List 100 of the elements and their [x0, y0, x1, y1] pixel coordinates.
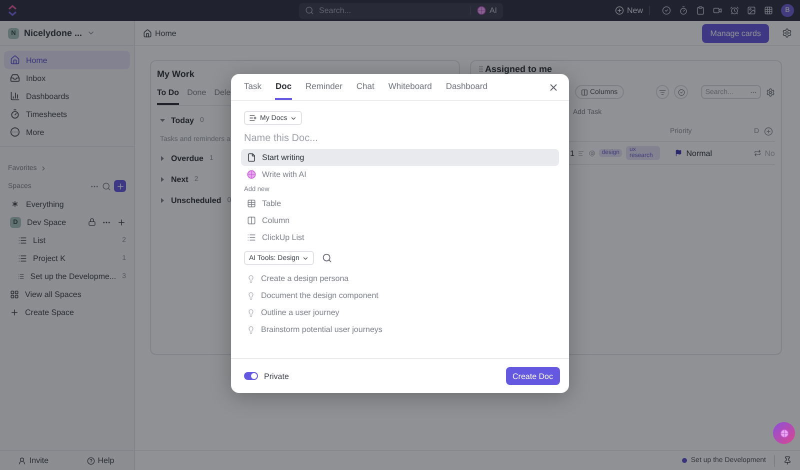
- clipboard-icon[interactable]: [696, 6, 705, 15]
- group-title[interactable]: Next: [171, 175, 188, 184]
- image-icon[interactable]: [747, 6, 756, 15]
- list-name[interactable]: Set up the Developme...: [30, 272, 116, 280]
- invite-button[interactable]: Invite: [0, 455, 67, 466]
- tab[interactable]: Task: [244, 81, 262, 100]
- video-icon[interactable]: [713, 6, 722, 15]
- new-button[interactable]: New: [614, 6, 650, 15]
- chevron-down-icon[interactable]: [87, 29, 96, 37]
- ai-assistant-button[interactable]: [773, 422, 795, 444]
- list-icon: [18, 254, 27, 262]
- group-title[interactable]: Today: [171, 116, 194, 125]
- add-column-icon[interactable]: [764, 126, 774, 136]
- status-dot: [682, 458, 687, 463]
- tab[interactable]: Done: [187, 88, 206, 105]
- asterisk-icon: [10, 199, 20, 209]
- create-doc-button[interactable]: Create Doc: [506, 367, 560, 385]
- suggestion-item[interactable]: Create a design persona: [241, 270, 559, 287]
- list-plus-icon: [249, 114, 257, 122]
- add-icon[interactable]: [117, 218, 126, 226]
- search-icon: [305, 6, 314, 15]
- chevron-down-icon: [302, 254, 310, 262]
- close-icon[interactable]: [548, 82, 559, 92]
- tab[interactable]: To Do: [157, 88, 180, 105]
- filter-button[interactable]: [656, 85, 670, 99]
- search-icon[interactable]: [322, 253, 332, 263]
- nav-item[interactable]: Timesheets: [4, 105, 130, 123]
- tab[interactable]: Whiteboard: [388, 81, 432, 100]
- lightbulb-icon: [247, 274, 255, 282]
- nav-item[interactable]: Home: [4, 51, 130, 69]
- suggestion-item[interactable]: Document the design component: [241, 287, 559, 304]
- logo-icon[interactable]: [8, 5, 17, 16]
- manage-cards-button[interactable]: Manage cards: [702, 24, 769, 42]
- list-name[interactable]: Project K: [33, 254, 116, 262]
- sphere-icon: [247, 170, 256, 179]
- lightbulb-icon: [247, 292, 255, 300]
- sidebar-item[interactable]: View all Spaces: [0, 285, 134, 303]
- tab[interactable]: Dele: [214, 88, 231, 105]
- nav-item[interactable]: Inbox: [4, 69, 130, 87]
- caret-icon[interactable]: [160, 156, 165, 161]
- sidebar-item[interactable]: Create Space: [0, 303, 134, 321]
- settings-icon[interactable]: [766, 88, 776, 96]
- alarm-clock-icon[interactable]: [730, 6, 739, 15]
- plus-circle-icon: [614, 6, 624, 15]
- search-field[interactable]: Search... AI: [299, 2, 503, 18]
- drag-handle-icon[interactable]: [477, 65, 485, 73]
- list-name[interactable]: List: [33, 236, 116, 244]
- lightbulb-icon: [247, 326, 255, 334]
- sphere-icon: [780, 428, 788, 438]
- lock-icon: [88, 218, 96, 226]
- list-icon: [18, 272, 24, 280]
- table-icon: [247, 199, 256, 208]
- list-icon: [18, 236, 27, 244]
- columns-icon: [581, 88, 588, 96]
- caret-icon[interactable]: [160, 198, 165, 203]
- check-button[interactable]: [674, 85, 688, 99]
- suggestion-item[interactable]: Outline a user journey: [241, 304, 559, 321]
- group-title[interactable]: Overdue: [171, 154, 204, 163]
- menu-item[interactable]: Write with AI: [241, 166, 559, 183]
- tab[interactable]: Dashboard: [446, 81, 488, 100]
- search-icon[interactable]: [102, 182, 111, 190]
- tab[interactable]: Chat: [356, 81, 374, 100]
- menu-item[interactable]: Column: [241, 212, 559, 229]
- caret-icon[interactable]: [160, 118, 165, 123]
- caret-icon[interactable]: [160, 177, 165, 182]
- table-cell: 1: [570, 148, 574, 158]
- space-name[interactable]: Dev Space: [27, 218, 142, 226]
- user-icon: [18, 456, 26, 464]
- add-space-button[interactable]: [114, 180, 126, 192]
- check-circle-icon[interactable]: [662, 6, 671, 15]
- chevron-right-icon: [40, 164, 47, 172]
- settings-icon[interactable]: [782, 28, 792, 38]
- menu-item[interactable]: ClickUp List: [241, 229, 559, 246]
- nav-item[interactable]: More: [4, 123, 130, 141]
- card-title: My Work: [157, 69, 196, 79]
- description-icon: [578, 150, 585, 156]
- help-button[interactable]: Help: [67, 455, 134, 466]
- bar-chart-icon: [10, 91, 20, 101]
- chevron-down-icon: [290, 114, 298, 122]
- pin-icon[interactable]: [783, 456, 792, 465]
- inbox-icon: [10, 73, 20, 83]
- suggestion-item[interactable]: Brainstorm potential user journeys: [241, 321, 559, 338]
- tab[interactable]: Doc: [275, 81, 292, 100]
- list-icon: [247, 233, 256, 242]
- sidebar-item[interactable]: Everything: [0, 195, 134, 213]
- tab[interactable]: Reminder: [306, 81, 342, 100]
- private-toggle[interactable]: [244, 372, 258, 380]
- nav-item[interactable]: Dashboards: [4, 87, 130, 105]
- workspace-name[interactable]: Nicelydone ...: [24, 28, 82, 38]
- toggle-label: Private: [264, 372, 290, 380]
- card-title: Assigned to me: [485, 64, 552, 74]
- stopwatch-icon[interactable]: [679, 6, 688, 15]
- group-title[interactable]: Unscheduled: [171, 196, 222, 205]
- menu-item[interactable]: Start writing: [241, 149, 559, 166]
- repeat-icon: [754, 149, 761, 157]
- grid-icon[interactable]: [764, 6, 773, 15]
- ai-button[interactable]: AI: [470, 6, 497, 15]
- breadcrumb[interactable]: Home: [155, 28, 700, 38]
- menu-item[interactable]: Table: [241, 195, 559, 212]
- lightbulb-icon: [247, 308, 255, 316]
